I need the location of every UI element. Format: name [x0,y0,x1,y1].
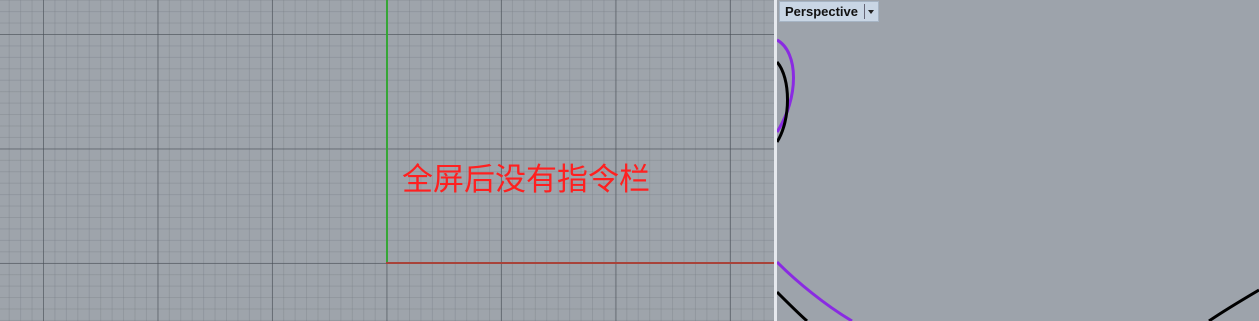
black-curve-right [1208,288,1259,321]
tab-separator [864,4,865,19]
perspective-viewport[interactable]: Perspective [777,0,1259,321]
x-axis-line [386,262,774,264]
viewport-title: Perspective [785,4,858,19]
black-curve-bottom [777,290,809,321]
annotation-text: 全屏后没有指令栏 [402,162,650,198]
scene-curves [777,38,1259,321]
purple-curve-bottom [777,260,853,321]
y-axis-line [386,0,388,264]
chevron-down-icon[interactable] [868,9,874,14]
top-viewport[interactable]: 全屏后没有指令栏 [0,0,774,321]
viewport-title-tab[interactable]: Perspective [779,1,879,22]
